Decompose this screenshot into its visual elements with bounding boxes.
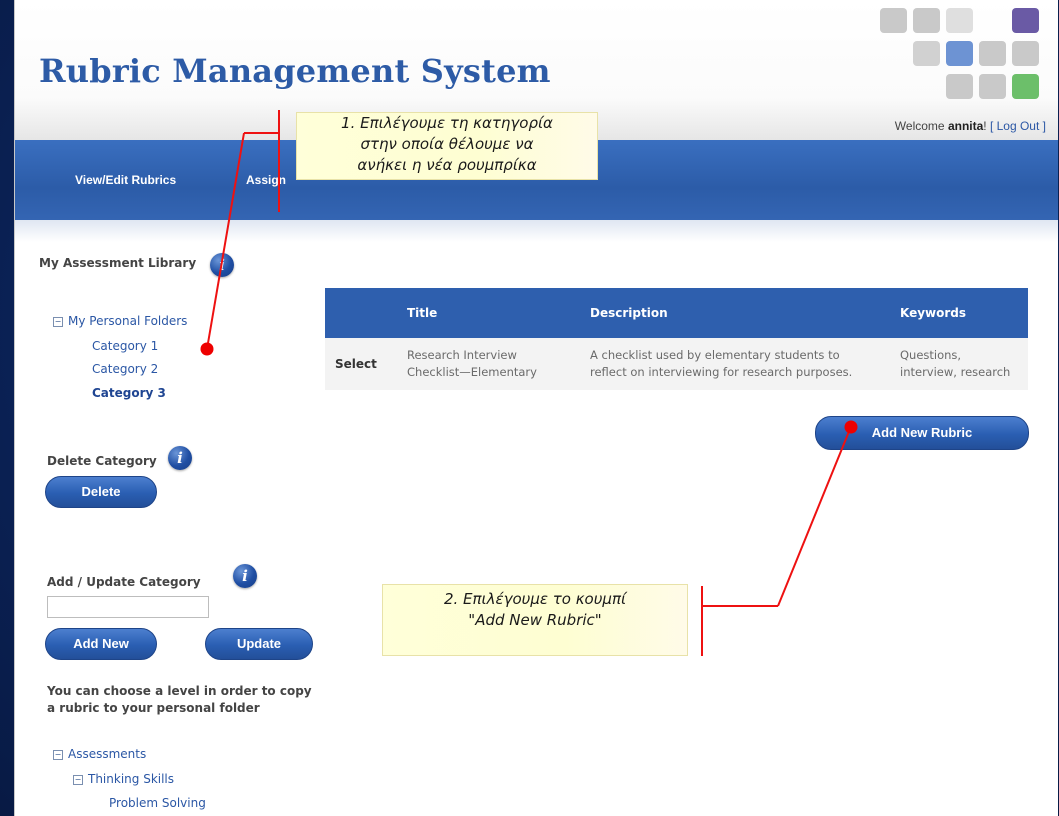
library-heading: My Assessment Library [39,256,197,270]
rubric-keywords-line: interview, research [900,365,1011,379]
logo-tile [1012,74,1039,99]
tree-item-category-1[interactable]: Category 1 [92,339,158,353]
app-title: Rubric Management System [39,52,551,90]
select-link[interactable]: Select [325,338,397,390]
logo-tile [913,41,940,66]
tile-grid-logo [880,8,1050,112]
table-header-row: Title Description Keywords [325,288,1028,338]
column-header-keywords: Keywords [890,288,1028,338]
welcome-message: Welcome annita! [ Log Out ] [895,119,1046,133]
column-header-title: Title [397,288,580,338]
rubric-description-cell: A checklist used by elementary students … [580,338,890,390]
logo-tile [1012,41,1039,66]
info-icon[interactable]: i [168,446,192,470]
rubric-title-line: Checklist—Elementary [407,365,537,379]
column-header-select [325,288,397,338]
logo-tile [946,74,973,99]
nav-assign[interactable]: Assign [246,173,286,187]
logo-tile [979,74,1006,99]
info-icon[interactable]: i [233,564,257,588]
column-header-description: Description [580,288,890,338]
tree-expander-icon[interactable]: − [53,750,63,760]
update-category-button[interactable]: Update [205,628,313,660]
rubric-title-line: Research Interview [407,348,517,362]
callout-step-1: 1. Επιλέγουμε τη κατηγορία στην οποία θέ… [296,112,598,180]
tree-item-thinking-skills[interactable]: − Thinking Skills [73,772,174,786]
app-page: Rubric Management System Welcome annita!… [14,0,1058,816]
tree-label: Assessments [68,747,147,761]
tree-item-category-3[interactable]: Category 3 [92,386,166,400]
logo-tile [913,8,940,33]
rubrics-table: Title Description Keywords Select Resear… [325,288,1028,390]
welcome-suffix: ! [983,119,990,133]
tree-item-problem-solving[interactable]: Problem Solving [109,796,206,810]
username: annita [947,119,984,133]
tree-expander-icon[interactable]: − [53,317,63,327]
delete-category-heading: Delete Category [47,454,157,468]
rubric-title-cell: Research Interview Checklist—Elementary [397,338,580,390]
add-new-category-button[interactable]: Add New [45,628,157,660]
rubric-description-line: A checklist used by elementary students … [590,348,840,362]
logo-tile [880,8,907,33]
callout-step-2: 2. Επιλέγουμε το κουμπί "Add New Rubric" [382,584,688,656]
callout-line: 2. Επιλέγουμε το κουμπί [443,590,627,608]
tree-label: My Personal Folders [68,314,188,328]
logo-tile [946,8,973,33]
copy-note-line: a rubric to your personal folder [47,701,260,715]
callout-line: "Add New Rubric" [468,611,602,629]
logout-link[interactable]: [ Log Out ] [990,119,1046,133]
table-row: Select Research Interview Checklist—Elem… [325,338,1028,390]
tree-item-assessments[interactable]: − Assessments [53,747,146,761]
logo-tile [946,41,973,66]
delete-button[interactable]: Delete [45,476,157,508]
add-new-rubric-button[interactable]: Add New Rubric [815,416,1029,450]
tree-item-category-2[interactable]: Category 2 [92,362,158,376]
copy-note: You can choose a level in order to copy … [47,683,312,717]
welcome-prefix: Welcome [894,119,948,133]
callout-line: 1. Επιλέγουμε τη κατηγορία [341,114,553,132]
add-update-category-heading: Add / Update Category [47,575,201,589]
nav-bar-shadow [15,220,1058,242]
rubric-keywords-cell: Questions, interview, research [890,338,1028,390]
rubric-keywords-line: Questions, [900,348,962,362]
info-icon[interactable]: i [210,253,234,277]
tree-item-my-personal-folders[interactable]: − My Personal Folders [53,314,187,328]
rubric-description-line: reflect on interviewing for research pur… [590,365,853,379]
callout-line: στην οποία θέλουμε να [360,135,534,153]
nav-view-edit-rubrics[interactable]: View/Edit Rubrics [75,173,176,187]
tree-label: Thinking Skills [88,772,175,786]
logo-tile [1012,8,1039,33]
copy-note-line: You can choose a level in order to copy [47,684,312,698]
tree-expander-icon[interactable]: − [73,775,83,785]
category-name-input[interactable] [47,596,209,618]
logo-tile [979,41,1006,66]
callout-line: ανήκει η νέα ρουμπρίκα [357,156,537,174]
